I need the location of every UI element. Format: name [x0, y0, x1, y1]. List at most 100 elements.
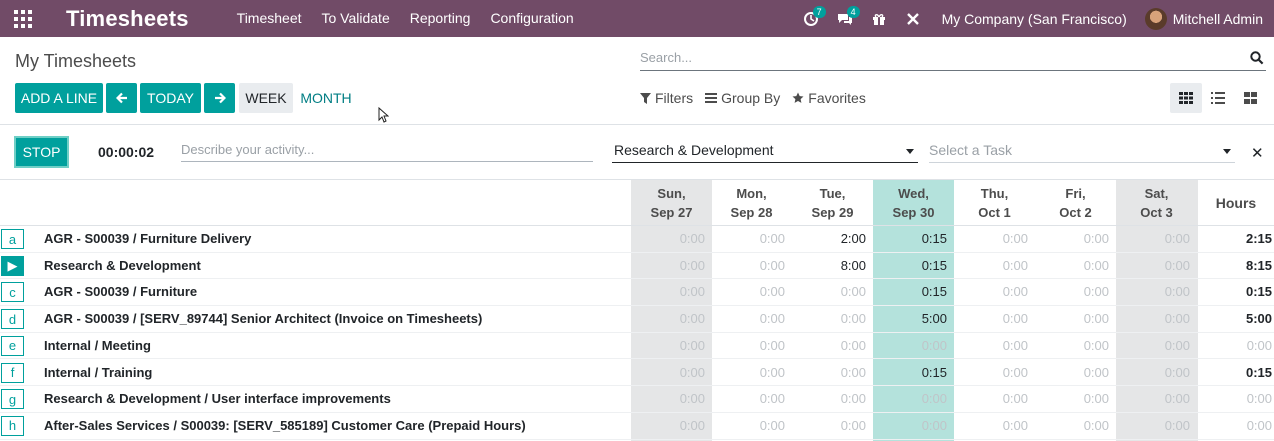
time-cell[interactable]: 0:00: [1118, 418, 1190, 433]
time-cell[interactable]: 0:00: [794, 365, 866, 380]
today-button[interactable]: TODAY: [140, 83, 201, 113]
play-timer-button[interactable]: ▶: [1, 255, 24, 276]
time-cell[interactable]: 0:00: [1037, 365, 1109, 380]
time-cell[interactable]: 0:00: [956, 391, 1028, 406]
time-cell[interactable]: 5:00: [875, 311, 947, 326]
time-cell[interactable]: 0:00: [713, 258, 785, 273]
time-cell[interactable]: 0:00: [633, 311, 705, 326]
messages-icon[interactable]: 4: [828, 0, 862, 37]
time-cell[interactable]: 0:00: [1118, 231, 1190, 246]
time-cell[interactable]: 0:00: [1118, 258, 1190, 273]
time-cell[interactable]: 0:00: [794, 311, 866, 326]
search-input[interactable]: [640, 50, 1230, 65]
time-cell[interactable]: 0:00: [1118, 365, 1190, 380]
time-cell[interactable]: 0:00: [1118, 284, 1190, 299]
time-cell[interactable]: 0:00: [956, 338, 1028, 353]
row-shortcut-key[interactable]: h: [1, 415, 24, 436]
time-cell[interactable]: 0:00: [794, 418, 866, 433]
app-menu-icon[interactable]: [0, 0, 46, 37]
time-cell[interactable]: 0:00: [633, 258, 705, 273]
task-select[interactable]: Select a Task: [929, 139, 1235, 163]
grid-view-button[interactable]: [1170, 83, 1202, 113]
day-header: Wed, Sep 30: [873, 180, 954, 226]
time-cell[interactable]: 0:00: [956, 258, 1028, 273]
time-cell[interactable]: 0:00: [1118, 311, 1190, 326]
mouse-cursor-icon: [378, 107, 389, 123]
time-cell[interactable]: 0:00: [713, 284, 785, 299]
time-cell[interactable]: 2:00: [794, 231, 866, 246]
time-cell[interactable]: 0:00: [1037, 258, 1109, 273]
row-shortcut-key[interactable]: c: [1, 282, 24, 303]
favorites-button[interactable]: Favorites: [792, 90, 866, 106]
gift-icon[interactable]: [862, 0, 896, 37]
user-menu[interactable]: Mitchell Admin: [1144, 7, 1263, 30]
time-cell[interactable]: 0:00: [1118, 391, 1190, 406]
row-shortcut-key[interactable]: g: [1, 389, 24, 410]
company-switcher[interactable]: My Company (San Francisco): [942, 11, 1127, 27]
time-cell[interactable]: 0:00: [1118, 338, 1190, 353]
activity-description-input[interactable]: Describe your activity...: [181, 142, 593, 162]
time-cell[interactable]: 0:00: [1037, 338, 1109, 353]
time-cell[interactable]: 0:00: [633, 391, 705, 406]
search-icon[interactable]: [1250, 51, 1264, 70]
row-shortcut-key[interactable]: f: [1, 362, 24, 383]
table-row: g Research & Development / User interface…: [0, 386, 1274, 413]
week-range-button[interactable]: WEEK: [239, 83, 293, 113]
time-cell[interactable]: 0:00: [713, 391, 785, 406]
close-timer-icon[interactable]: ✕: [1251, 144, 1264, 162]
app-title[interactable]: Timesheets: [66, 6, 189, 32]
time-cell[interactable]: 0:00: [794, 391, 866, 406]
time-cell[interactable]: 0:00: [1037, 284, 1109, 299]
row-shortcut-key[interactable]: d: [1, 309, 24, 330]
list-view-button[interactable]: [1202, 83, 1234, 113]
time-cell[interactable]: 0:00: [1037, 391, 1109, 406]
time-cell[interactable]: 0:00: [956, 365, 1028, 380]
group-by-button[interactable]: Group By: [705, 90, 780, 106]
time-cell[interactable]: 0:00: [956, 231, 1028, 246]
time-cell[interactable]: 0:00: [1037, 311, 1109, 326]
time-cell[interactable]: 0:00: [956, 311, 1028, 326]
menu-configuration[interactable]: Configuration: [480, 0, 583, 37]
stop-timer-button[interactable]: STOP: [14, 136, 69, 168]
time-cell[interactable]: 0:00: [633, 365, 705, 380]
filters-button[interactable]: Filters: [640, 90, 693, 106]
next-button[interactable]: [204, 83, 235, 113]
time-cell[interactable]: 0:00: [633, 231, 705, 246]
time-cell[interactable]: 0:00: [875, 391, 947, 406]
time-cell[interactable]: 0:00: [956, 418, 1028, 433]
time-cell[interactable]: 0:15: [875, 284, 947, 299]
group-by-label: Group By: [721, 90, 781, 106]
time-cell[interactable]: 0:00: [713, 338, 785, 353]
row-shortcut-key[interactable]: e: [1, 335, 24, 356]
time-cell[interactable]: 0:00: [633, 418, 705, 433]
time-cell[interactable]: 0:15: [875, 365, 947, 380]
time-cell[interactable]: 0:00: [956, 284, 1028, 299]
month-range-button[interactable]: MONTH: [296, 83, 356, 113]
menu-to-validate[interactable]: To Validate: [312, 0, 400, 37]
day-header: Thu, Oct 1: [954, 180, 1035, 226]
time-cell[interactable]: 0:00: [633, 284, 705, 299]
time-cell[interactable]: 0:00: [794, 284, 866, 299]
menu-timesheet[interactable]: Timesheet: [227, 0, 312, 37]
kanban-view-button[interactable]: [1234, 83, 1266, 113]
time-cell[interactable]: 0:00: [713, 418, 785, 433]
activity-icon[interactable]: 7: [794, 0, 828, 37]
menu-reporting[interactable]: Reporting: [400, 0, 481, 37]
time-cell[interactable]: 0:00: [713, 365, 785, 380]
time-cell[interactable]: 8:00: [794, 258, 866, 273]
time-cell[interactable]: 0:00: [713, 231, 785, 246]
debug-tools-icon[interactable]: [896, 0, 930, 37]
time-cell[interactable]: 0:00: [1037, 418, 1109, 433]
time-cell[interactable]: 0:00: [875, 418, 947, 433]
row-shortcut-key[interactable]: a: [1, 229, 24, 249]
time-cell[interactable]: 0:00: [1037, 231, 1109, 246]
time-cell[interactable]: 0:00: [713, 311, 785, 326]
add-line-button[interactable]: ADD A LINE: [15, 83, 103, 113]
time-cell[interactable]: 0:15: [875, 258, 947, 273]
time-cell[interactable]: 0:00: [875, 338, 947, 353]
project-select[interactable]: Research & Development: [612, 139, 918, 163]
previous-button[interactable]: [106, 83, 137, 113]
time-cell[interactable]: 0:15: [875, 231, 947, 246]
time-cell[interactable]: 0:00: [633, 338, 705, 353]
time-cell[interactable]: 0:00: [794, 338, 866, 353]
